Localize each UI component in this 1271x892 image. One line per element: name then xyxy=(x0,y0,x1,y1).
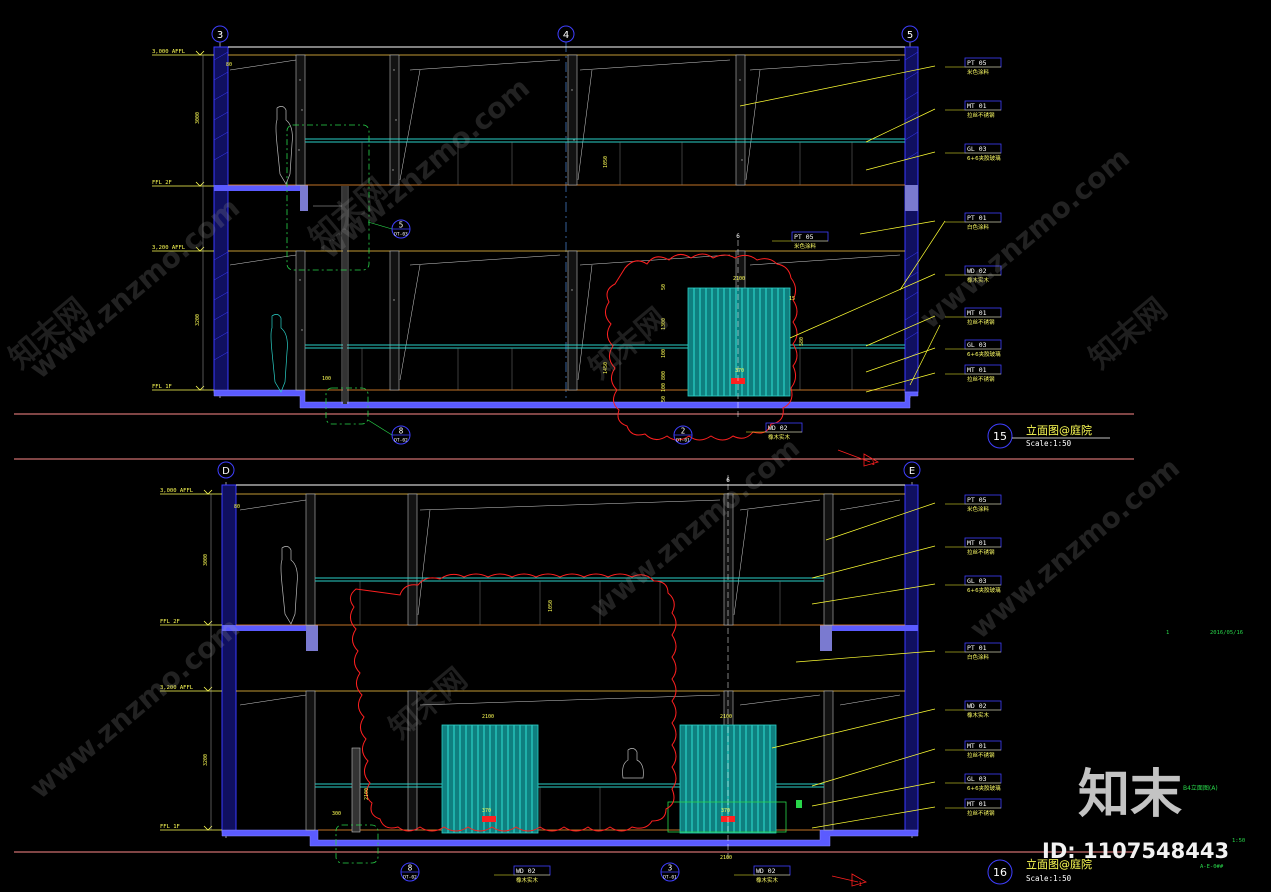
tag-bottom-4-desc: 橡木实木 xyxy=(967,711,990,719)
detail-ref-8-num: 8 xyxy=(399,427,404,436)
dim-300: 300 xyxy=(332,811,341,817)
detail-ref-8-sheet: DT-02 xyxy=(394,438,408,444)
detail-ref-8-sheet: DT-02 xyxy=(403,875,417,881)
tag-bottom-3-desc: 白色涂料 xyxy=(967,653,990,661)
tag-top-6-code: GL 03 xyxy=(967,341,987,349)
revision-date: 2016/05/16 xyxy=(1210,630,1243,636)
dim-1050: 1050 xyxy=(603,156,609,168)
grid-bubble-5-label: 5 xyxy=(907,30,913,41)
tag-top-7-desc: 拉丝不锈钢 xyxy=(967,375,995,383)
elevation-scale-bottom: Scale:1:50 xyxy=(1026,874,1072,883)
tag-top-3-desc: 白色涂料 xyxy=(967,223,990,231)
tag-bottom-4-code: WD 02 xyxy=(967,702,987,710)
dim-80: 80 xyxy=(234,504,240,510)
tag-top-6-desc: 6+6夹胶玻璃 xyxy=(967,350,1001,358)
dim-3200: 3200 xyxy=(203,754,209,766)
elevation-title-top: 立面图@庭院 xyxy=(1026,423,1092,437)
tag-top-mid-code: PT 05 xyxy=(794,233,814,241)
dim-370: 370 xyxy=(735,368,744,374)
detail-ref-5-num: 5 xyxy=(399,221,404,230)
tag-top-bottom-code: WD 02 xyxy=(768,424,788,432)
tag-top-0-code: PT 05 xyxy=(967,59,987,67)
title-number-16: 16 xyxy=(993,866,1007,879)
tag-top-7-code: MT 01 xyxy=(967,366,987,374)
drawing-canvas: 3 4 53,000 AFFLFFL 2F3,200 AFFLFFL 1F30003… xyxy=(0,0,1271,892)
detail-ref-2-num: 2 xyxy=(681,427,686,436)
detail-ref-3-num: 3 xyxy=(668,864,673,873)
dim-door-stack: 50 xyxy=(661,284,667,290)
dim-2100: 2100 xyxy=(364,788,370,800)
level-ffl-2f: FFL 2F xyxy=(152,180,172,186)
grid-bubble-3-label: 3 xyxy=(217,30,223,41)
detail-ref-5-sheet: DT-03 xyxy=(394,232,408,238)
tag-top-2-desc: 6+6夹胶玻璃 xyxy=(967,154,1001,162)
tag-bottom-6-code: GL 03 xyxy=(967,775,987,783)
detail-ref-2-sheet: DT-01 xyxy=(676,438,690,444)
brand-logo: 知末 xyxy=(1078,765,1182,825)
dim-2100: 2100 xyxy=(733,276,745,282)
dim-door-stack: 800 xyxy=(661,371,667,380)
tag-bottom-5-code: MT 01 xyxy=(967,742,987,750)
tag-bottom-1-desc: 拉丝不锈钢 xyxy=(967,548,995,556)
elevation-scale-top: Scale:1:50 xyxy=(1026,439,1072,448)
detail-ref-8-num: 8 xyxy=(408,864,413,873)
tag-bottom-2-code: GL 03 xyxy=(967,577,987,585)
grid-bubble-e-label: E xyxy=(909,466,915,477)
dim-580: 580 xyxy=(799,337,805,346)
tag-bottom-wd-left-desc: 橡木实木 xyxy=(516,876,539,884)
tag-top-1-desc: 拉丝不锈钢 xyxy=(967,111,995,119)
dim-door-stack: 100 xyxy=(661,383,667,392)
dim-door-stack: 50 xyxy=(661,396,667,402)
tag-bottom-1-code: MT 01 xyxy=(967,539,987,547)
grid-bubble-4-label: 4 xyxy=(563,30,569,41)
tag-bottom-wd-right-desc: 橡木实木 xyxy=(756,876,779,884)
dim-80: 80 xyxy=(226,62,232,68)
revision-mark: 1 xyxy=(858,881,862,888)
revision-count: 1 xyxy=(1166,630,1169,636)
dim-3200: 3200 xyxy=(195,314,201,326)
sheet-label: B4立面图(A) xyxy=(1183,784,1218,792)
brand-id: ID: 1107548443 xyxy=(1042,839,1229,863)
sheet-code: A-E-0## xyxy=(1200,864,1224,870)
dim-3000: 3000 xyxy=(195,112,201,124)
tag-bottom-7-code: MT 01 xyxy=(967,800,987,808)
tag-top-3-code: PT 01 xyxy=(967,214,987,222)
dim-3000: 3000 xyxy=(203,554,209,566)
tag-top-5-code: MT 01 xyxy=(967,309,987,317)
tag-top-2-code: GL 03 xyxy=(967,145,987,153)
section-mark-6: 6 xyxy=(736,233,740,240)
dim-1050: 1050 xyxy=(548,600,554,612)
tag-bottom-7-desc: 拉丝不锈钢 xyxy=(967,809,995,817)
tag-bottom-0-code: PT 05 xyxy=(967,496,987,504)
revision-mark: 1 xyxy=(871,460,875,467)
detail-ref-3-sheet: DT-01 xyxy=(663,875,677,881)
tag-top-5-desc: 拉丝不锈钢 xyxy=(967,318,995,326)
dim-100: 100 xyxy=(322,376,331,382)
dim-2100-base: 2100 xyxy=(720,855,732,861)
tag-top-0-desc: 米色涂料 xyxy=(967,68,990,76)
title-number-15: 15 xyxy=(993,430,1007,443)
level-3000-affl: 3,000 AFFL xyxy=(152,49,186,55)
sheet-scale: 1:50 xyxy=(1232,838,1245,844)
dim-15: 15 xyxy=(789,296,795,302)
tag-top-1-code: MT 01 xyxy=(967,102,987,110)
tag-bottom-5-desc: 拉丝不锈钢 xyxy=(967,751,995,759)
dim-2100-left: 2100 xyxy=(482,714,494,720)
tag-bottom-6-desc: 6+6夹胶玻璃 xyxy=(967,784,1001,792)
level-ffl-1f: FFL 1F xyxy=(160,824,180,830)
dim-370-right: 370 xyxy=(721,808,730,814)
level-ffl-2f: FFL 2F xyxy=(160,619,180,625)
tag-top-mid-desc: 米色涂料 xyxy=(794,242,817,250)
level-ffl-1f: FFL 1F xyxy=(152,384,172,390)
grid-bubble-d-label: D xyxy=(222,466,230,477)
tag-bottom-wd-left-code: WD 02 xyxy=(516,867,536,875)
dim-door-stack: 100 xyxy=(661,349,667,358)
tag-bottom-0-desc: 米色涂料 xyxy=(967,505,990,513)
dim-2100-right: 2100 xyxy=(720,714,732,720)
dim-370-left: 370 xyxy=(482,808,491,814)
tag-bottom-wd-right-code: WD 02 xyxy=(756,867,776,875)
level-3000-affl: 3,000 AFFL xyxy=(160,488,194,494)
